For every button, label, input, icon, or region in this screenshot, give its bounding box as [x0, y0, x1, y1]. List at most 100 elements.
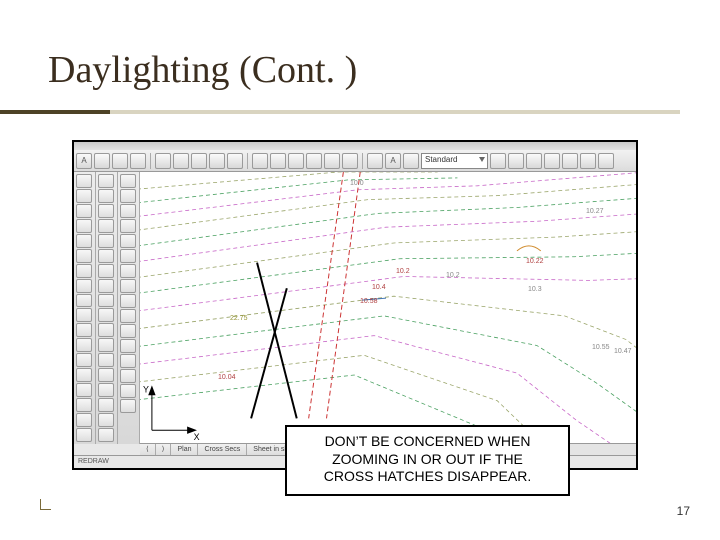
palette-tool-button[interactable] — [98, 174, 114, 188]
palette-tool-button[interactable] — [76, 174, 92, 188]
toolbar-button[interactable] — [306, 153, 322, 169]
toolbar-separator — [362, 153, 363, 169]
palette-tool-button[interactable] — [98, 383, 114, 397]
palette-tool-button[interactable] — [76, 294, 92, 308]
palette-tool-button[interactable] — [120, 384, 136, 398]
callout-text-line: DON’T BE CONCERNED WHEN — [297, 433, 558, 451]
palette-tool-button[interactable] — [98, 189, 114, 203]
palette-tool-button[interactable] — [98, 338, 114, 352]
palette-tool-button[interactable] — [98, 308, 114, 322]
palette-tool-button[interactable] — [98, 249, 114, 263]
toolbar-button[interactable] — [544, 153, 560, 169]
palette-tool-button[interactable] — [120, 309, 136, 323]
palette-tool-button[interactable] — [120, 369, 136, 383]
title-underline — [110, 110, 680, 114]
toolbar-button[interactable] — [580, 153, 596, 169]
cad-toolbar: A A Standard — [74, 150, 636, 172]
callout-text-line: CROSS HATCHES DISAPPEAR. — [297, 468, 558, 486]
toolbar-separator — [247, 153, 248, 169]
cad-canvas: Y X 10.010.210.410.5810.210.2210.310.271… — [140, 172, 636, 444]
toolbar-button[interactable] — [526, 153, 542, 169]
toolbar-button[interactable] — [155, 153, 171, 169]
palette-tool-button[interactable] — [76, 204, 92, 218]
palette-tool-button[interactable] — [76, 308, 92, 322]
palette-tool-button[interactable] — [120, 189, 136, 203]
palette-tool-button[interactable] — [76, 383, 92, 397]
toolbar-button[interactable] — [367, 153, 383, 169]
palette-tool-button[interactable] — [76, 189, 92, 203]
palette-tool-button[interactable] — [98, 279, 114, 293]
palette-tool-button[interactable] — [76, 368, 92, 382]
palette-tool-button[interactable] — [120, 294, 136, 308]
palette-tool-button[interactable] — [98, 353, 114, 367]
slide-title: Daylighting (Cont. ) — [48, 48, 357, 92]
palette-tool-button[interactable] — [98, 219, 114, 233]
palette-tool-button[interactable] — [120, 264, 136, 278]
palette-tool-button[interactable] — [76, 264, 92, 278]
title-underline-accent — [0, 110, 110, 114]
palette-tool-button[interactable] — [76, 338, 92, 352]
toolbar-button[interactable] — [508, 153, 524, 169]
toolbar-button[interactable] — [324, 153, 340, 169]
slide: Daylighting (Cont. ) A A Standard — [0, 0, 720, 540]
toolbar-button[interactable]: A — [76, 153, 92, 169]
palette-tool-button[interactable] — [76, 219, 92, 233]
palette-tool-button[interactable] — [98, 204, 114, 218]
palette-tool-button[interactable] — [98, 398, 114, 412]
toolbar-button[interactable] — [598, 153, 614, 169]
elevation-label: 10.58 — [360, 298, 378, 305]
palette-tool-button[interactable] — [76, 279, 92, 293]
toolbar-layer-dropdown[interactable]: Standard — [421, 153, 488, 169]
palette-tool-button[interactable] — [120, 219, 136, 233]
palette-tool-button[interactable] — [120, 249, 136, 263]
toolbar-button[interactable] — [94, 153, 110, 169]
palette-tool-button[interactable] — [98, 264, 114, 278]
elevation-label: 10.47 — [614, 348, 632, 355]
toolbar-button[interactable] — [288, 153, 304, 169]
toolbar-button[interactable] — [112, 153, 128, 169]
palette-tool-button[interactable] — [120, 324, 136, 338]
toolbar-button[interactable] — [227, 153, 243, 169]
toolbar-button[interactable] — [130, 153, 146, 169]
palette-tool-button[interactable] — [98, 368, 114, 382]
palette-tool-button[interactable] — [76, 353, 92, 367]
palette-tool-button[interactable] — [98, 428, 114, 442]
toolbar-button[interactable]: A — [385, 153, 401, 169]
elevation-label: 10.22 — [526, 258, 544, 265]
toolbar-button[interactable] — [209, 153, 225, 169]
toolbar-button[interactable] — [342, 153, 358, 169]
palette-tool-button[interactable] — [76, 398, 92, 412]
callout-text-line: ZOOMING IN OR OUT IF THE — [297, 451, 558, 469]
palette-tool-button[interactable] — [76, 428, 92, 442]
elevation-label: 10.2 — [396, 268, 410, 275]
toolbar-button[interactable] — [270, 153, 286, 169]
elevation-label: 10.0 — [350, 180, 364, 187]
page-number: 17 — [677, 504, 690, 518]
palette-tool-button[interactable] — [76, 413, 92, 427]
palette-tool-button[interactable] — [120, 204, 136, 218]
toolbar-button[interactable] — [490, 153, 506, 169]
palette-tool-button[interactable] — [76, 234, 92, 248]
toolbar-button[interactable] — [191, 153, 207, 169]
palette-tool-button[interactable] — [120, 279, 136, 293]
elevation-label: 10.2 — [446, 272, 460, 279]
palette-tool-button[interactable] — [120, 339, 136, 353]
palette-tool-button[interactable] — [120, 234, 136, 248]
toolbar-separator — [150, 153, 151, 169]
palette-tool-button[interactable] — [76, 323, 92, 337]
axis-y-label: Y — [143, 385, 149, 395]
toolbar-button[interactable] — [403, 153, 419, 169]
palette-tool-button[interactable] — [76, 249, 92, 263]
palette-tool-button[interactable] — [120, 399, 136, 413]
palette-tool-button[interactable] — [98, 323, 114, 337]
elevation-label: 10.27 — [586, 208, 604, 215]
palette-tool-button[interactable] — [98, 413, 114, 427]
palette-tool-button[interactable] — [120, 354, 136, 368]
palette-tool-button[interactable] — [98, 234, 114, 248]
toolbar-button[interactable] — [562, 153, 578, 169]
toolbar-button[interactable] — [173, 153, 189, 169]
elevation-label: 10.55 — [592, 344, 610, 351]
palette-tool-button[interactable] — [120, 174, 136, 188]
toolbar-button[interactable] — [252, 153, 268, 169]
palette-tool-button[interactable] — [98, 294, 114, 308]
